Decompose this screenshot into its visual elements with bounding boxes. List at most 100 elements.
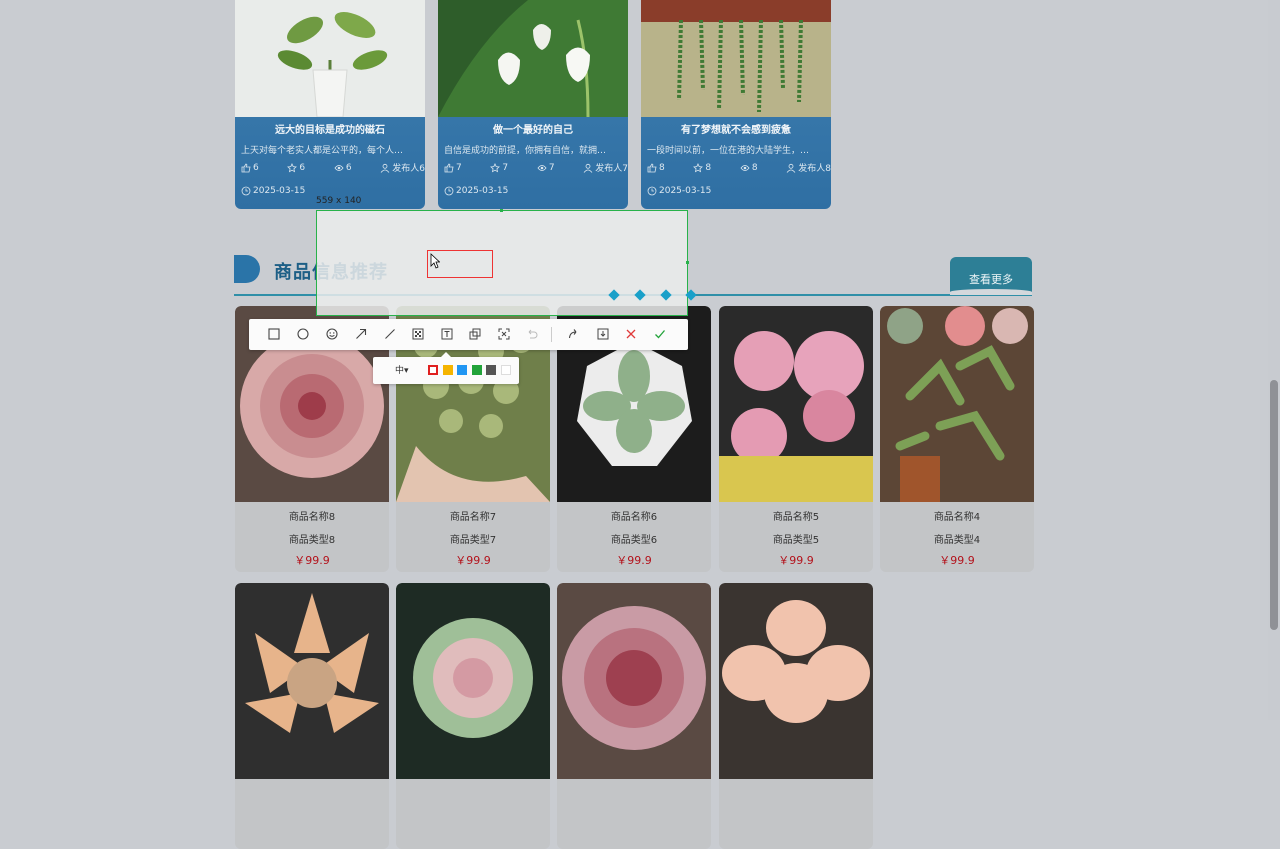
like-count[interactable]: 7 xyxy=(444,161,462,174)
screenshot-selection[interactable] xyxy=(316,210,688,316)
thumb-up-icon xyxy=(647,162,657,172)
star-count[interactable]: 6 xyxy=(287,161,305,174)
product-card[interactable]: 商品名称4 商品类型4 ￥99.9 xyxy=(880,306,1034,572)
color-swatch-green[interactable] xyxy=(472,365,482,375)
redo-button[interactable] xyxy=(565,325,583,343)
product-price: ￥99.9 xyxy=(455,554,491,567)
product-price: ￥99.9 xyxy=(778,554,814,567)
mosaic-tool-button[interactable] xyxy=(409,325,427,343)
clock-icon xyxy=(241,186,251,196)
ellipse-icon xyxy=(297,328,309,340)
article-card[interactable]: 远大的目标是成功的磁石 上天对每个老实人都是公平的，每个人… 6 6 6 发布人… xyxy=(235,0,425,209)
thumb-up-icon xyxy=(241,162,251,172)
product-card[interactable]: 商品名称5 商品类型5 ￥99.9 xyxy=(719,306,873,572)
view-more-button[interactable]: 查看更多 xyxy=(950,257,1032,295)
article-stats: 7 7 7 发布人7 xyxy=(444,161,628,174)
product-name[interactable]: 商品名称6 xyxy=(557,508,711,523)
eye-icon xyxy=(537,164,547,171)
selection-resize-handle[interactable] xyxy=(500,209,503,212)
color-swatch-red[interactable] xyxy=(428,365,438,375)
copy-tool-button[interactable] xyxy=(466,325,484,343)
mouse-cursor-icon xyxy=(430,253,440,269)
text-style-bar: 中▾ xyxy=(373,352,519,384)
emoji-tool-button[interactable] xyxy=(323,325,341,343)
user-icon xyxy=(786,163,796,173)
article-date: 2025-03-15 xyxy=(241,186,305,196)
product-price: ￥99.9 xyxy=(939,554,975,567)
undo-icon xyxy=(528,329,538,339)
cancel-button[interactable] xyxy=(622,325,640,343)
color-swatch-blue[interactable] xyxy=(457,365,467,375)
rectangle-tool-button[interactable] xyxy=(265,325,283,343)
like-count-value: 6 xyxy=(253,162,259,173)
save-button[interactable] xyxy=(594,325,612,343)
article-card[interactable]: 有了梦想就不会感到疲惫 一段时间以前，一位在港的大陆学生，… 8 8 8 发布人… xyxy=(641,0,831,209)
article-date: 2025-03-15 xyxy=(647,186,711,196)
view-count: 8 xyxy=(740,161,758,174)
article-stats: 6 6 6 发布人6 xyxy=(241,161,425,174)
product-name[interactable]: 商品名称4 xyxy=(880,508,1034,523)
author: 发布人6 xyxy=(380,161,425,174)
view-count: 7 xyxy=(537,161,555,174)
product-image-succulent xyxy=(396,583,550,779)
product-price: ￥99.9 xyxy=(616,554,652,567)
color-swatch-white[interactable] xyxy=(501,365,511,375)
article-title[interactable]: 远大的目标是成功的磁石 xyxy=(235,121,425,136)
article-desc: 一段时间以前，一位在港的大陆学生，… xyxy=(647,146,810,156)
scrollbar-thumb[interactable] xyxy=(1270,380,1278,630)
product-card[interactable] xyxy=(396,583,550,849)
save-icon xyxy=(597,328,609,340)
mosaic-icon xyxy=(412,328,424,340)
product-type: 商品类型6 xyxy=(610,535,658,546)
line-tool-button[interactable] xyxy=(381,325,399,343)
article-image-plant xyxy=(235,0,425,117)
product-card[interactable] xyxy=(719,583,873,849)
article-title[interactable]: 做一个最好的自己 xyxy=(438,121,628,136)
undo-button[interactable] xyxy=(523,325,541,343)
article-date: 2025-03-15 xyxy=(444,186,508,196)
star-icon xyxy=(490,162,501,172)
confirm-button[interactable] xyxy=(651,325,669,343)
view-count: 6 xyxy=(334,161,352,174)
color-swatch-yellow[interactable] xyxy=(443,365,453,375)
product-name[interactable]: 商品名称5 xyxy=(719,508,873,523)
product-card[interactable] xyxy=(235,583,389,849)
like-count[interactable]: 8 xyxy=(647,161,665,174)
screenshot-toolbar xyxy=(249,319,688,350)
like-count[interactable]: 6 xyxy=(241,161,259,174)
product-card[interactable] xyxy=(557,583,711,849)
product-image-succulent xyxy=(719,306,873,502)
article-title[interactable]: 有了梦想就不会感到疲惫 xyxy=(641,121,831,136)
product-type: 商品类型4 xyxy=(933,535,981,546)
star-count[interactable]: 8 xyxy=(693,161,711,174)
product-name[interactable]: 商品名称8 xyxy=(235,508,389,523)
font-size-value: 中 xyxy=(395,366,405,376)
page: 远大的目标是成功的磁石 上天对每个老实人都是公平的，每个人… 6 6 6 发布人… xyxy=(0,0,1280,849)
product-type: 商品类型7 xyxy=(449,535,497,546)
product-type: 商品类型5 xyxy=(772,535,820,546)
text-tool-button[interactable] xyxy=(438,325,456,343)
font-size-select[interactable]: 中▾ xyxy=(395,363,409,376)
ellipse-tool-button[interactable] xyxy=(294,325,312,343)
selection-size-label: 559 x 140 xyxy=(316,196,362,206)
view-count-value: 6 xyxy=(345,162,352,173)
toolbar-separator xyxy=(551,327,552,342)
clock-icon xyxy=(444,186,454,196)
article-card[interactable]: 做一个最好的自己 自信是成功的前提，你拥有自信，就拥… 7 7 7 发布人7 2… xyxy=(438,0,628,209)
color-swatch-gray[interactable] xyxy=(486,365,496,375)
redo-icon xyxy=(568,329,577,339)
thumb-up-icon xyxy=(444,162,454,172)
like-count-value: 7 xyxy=(456,162,462,173)
product-name[interactable]: 商品名称7 xyxy=(396,508,550,523)
arrow-tool-button[interactable] xyxy=(352,325,370,343)
view-count-value: 8 xyxy=(751,162,758,173)
rectangle-icon xyxy=(268,328,280,340)
emoji-icon xyxy=(326,328,338,340)
product-price: ￥99.9 xyxy=(294,554,330,567)
selection-resize-handle[interactable] xyxy=(686,261,689,264)
article-image-hanging-plant xyxy=(641,0,831,117)
star-count[interactable]: 7 xyxy=(490,161,508,174)
eye-icon xyxy=(740,164,750,171)
product-image-succulent xyxy=(557,583,711,779)
ocr-tool-button[interactable] xyxy=(495,325,513,343)
